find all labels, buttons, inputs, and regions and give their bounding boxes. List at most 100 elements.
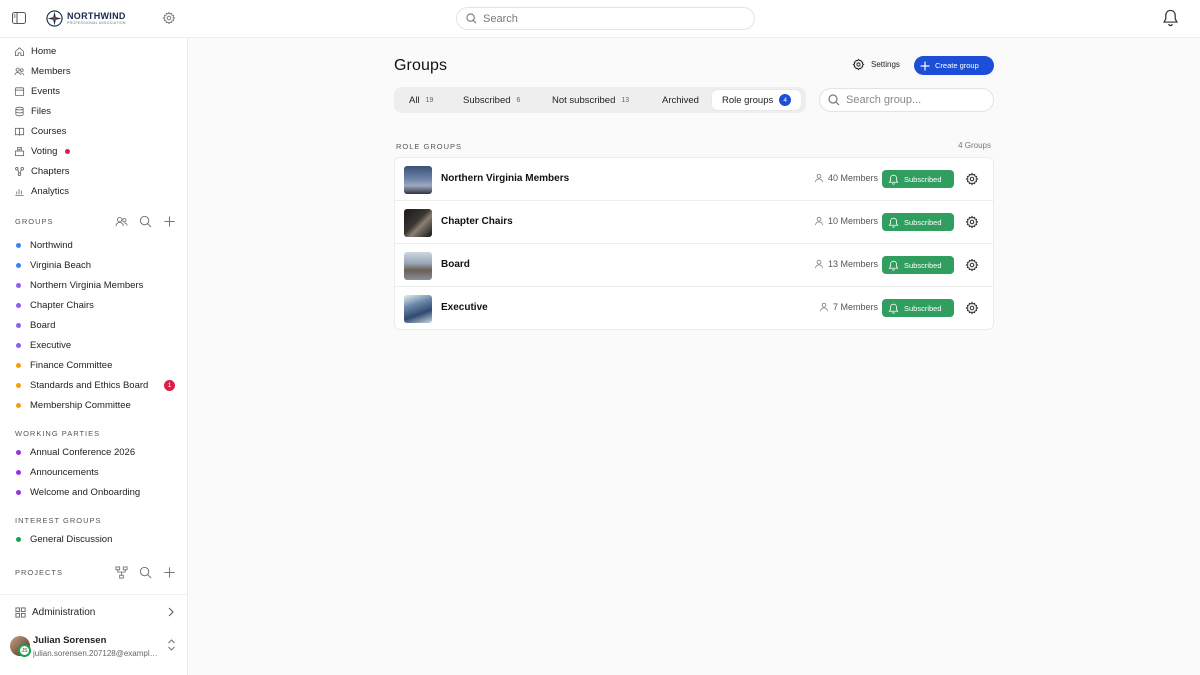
group-color-dot [16, 302, 21, 308]
nav-item-label: Courses [31, 125, 67, 137]
group-name[interactable]: Executive [441, 302, 488, 313]
sidebar-group-board[interactable]: Board [16, 317, 181, 333]
database-icon [15, 106, 24, 116]
search-icon[interactable] [139, 215, 152, 228]
bell-icon [888, 260, 899, 271]
gear-icon[interactable] [965, 215, 979, 229]
sidebar-group-welcome-and-onboarding[interactable]: Welcome and Onboarding [16, 484, 181, 500]
group-members-icon[interactable] [115, 215, 128, 228]
home-icon [14, 46, 25, 56]
group-row[interactable]: Northern Virginia Members 40 Members Subsc… [395, 158, 993, 201]
avatar-status-badge: JS [18, 644, 31, 657]
subscribed-toggle[interactable]: Subscribed [882, 256, 954, 274]
group-label: Annual Conference 2026 [30, 446, 136, 458]
member-count-label: 10 Members [827, 216, 878, 226]
group-thumbnail [404, 209, 432, 237]
group-name[interactable]: Northern Virginia Members [441, 173, 569, 184]
tab-all[interactable]: All 19 [399, 90, 443, 110]
group-count: 4 Groups [958, 141, 991, 150]
sidebar-group-general-discussion[interactable]: General Discussion [16, 531, 181, 547]
sidebar-group-chapter-chairs[interactable]: Chapter Chairs [16, 297, 181, 313]
tab-not-subscribed[interactable]: Not subscribed 13 [542, 90, 639, 110]
nav-item-events[interactable]: Events [14, 82, 60, 100]
sidebar-group-standards-and-ethics-board[interactable]: Standards and Ethics Board 1 [16, 377, 181, 393]
group-row[interactable]: Chapter Chairs 10 Members Subscribed [395, 201, 993, 244]
nav-item-courses[interactable]: Courses [14, 122, 66, 140]
bell-icon[interactable] [1162, 9, 1179, 27]
subscribed-label: Subscribed [904, 217, 942, 227]
settings-button[interactable]: Settings [852, 58, 900, 71]
groups-section-label: GROUPS [15, 217, 54, 226]
group-thumbnail [404, 252, 432, 280]
nav-item-analytics[interactable]: Analytics [14, 182, 69, 200]
gear-icon[interactable] [965, 172, 979, 186]
sidebar-group-northern-virginia-members[interactable]: Northern Virginia Members [16, 277, 181, 293]
subscribed-toggle[interactable]: Subscribed [882, 213, 954, 231]
group-name[interactable]: Board [441, 259, 470, 270]
group-search[interactable] [819, 88, 994, 112]
group-name[interactable]: Chapter Chairs [441, 216, 513, 227]
group-row[interactable]: Executive 7 Members Subscribed [395, 287, 993, 329]
nav-item-label: Chapters [31, 165, 70, 177]
nav-item-home[interactable]: Home [14, 42, 56, 60]
tab-role-groups[interactable]: Role groups 4 [712, 90, 802, 110]
nav-item-voting[interactable]: Voting [14, 142, 71, 160]
tab-label: Not subscribed [552, 94, 616, 106]
search-icon[interactable] [139, 566, 152, 579]
sidebar-group-annual-conference-2026[interactable]: Annual Conference 2026 [16, 444, 181, 460]
sidebar-group-announcements[interactable]: Announcements [16, 464, 181, 480]
global-search[interactable] [456, 7, 755, 30]
sidebar-group-northwind[interactable]: Northwind [16, 237, 181, 253]
user-email: julian.sorensen.207128@example.com [33, 649, 161, 658]
plus-icon [920, 61, 930, 70]
group-color-dot [16, 382, 21, 388]
search-input[interactable] [483, 12, 723, 25]
administration-link[interactable]: Administration [0, 594, 187, 630]
gear-icon[interactable] [965, 301, 979, 315]
plus-icon[interactable] [163, 566, 176, 579]
groups-tools [115, 215, 176, 228]
subscribed-label: Subscribed [904, 174, 942, 184]
member-count: 10 Members [814, 216, 878, 226]
sidebar-toggle-icon[interactable] [12, 12, 26, 24]
members-icon [14, 67, 25, 75]
tab-count: 4 [779, 94, 792, 106]
person-icon [815, 173, 823, 183]
hierarchy-icon[interactable] [115, 566, 128, 579]
gear-icon[interactable] [965, 258, 979, 272]
tab-archived[interactable]: Archived [652, 90, 709, 110]
tab-subscribed[interactable]: Subscribed 6 [453, 90, 530, 110]
nav-item-files[interactable]: Files [14, 102, 51, 120]
group-thumbnail [404, 295, 432, 323]
nav-item-chapters[interactable]: Chapters [14, 162, 70, 180]
group-label: Announcements [30, 466, 99, 478]
plus-icon[interactable] [163, 215, 176, 228]
user-menu[interactable]: JS Julian Sorensen julian.sorensen.20712… [0, 630, 187, 675]
subscribed-toggle[interactable]: Subscribed [882, 299, 954, 317]
create-group-button[interactable]: Create group [914, 56, 994, 75]
brand-logo[interactable]: NORTHWIND PROFESSIONAL ASSOCIATION [46, 10, 126, 27]
group-color-dot [16, 262, 21, 268]
sidebar-group-membership-committee[interactable]: Membership Committee [16, 397, 181, 413]
tab-label: Subscribed [463, 94, 511, 106]
group-label: General Discussion [30, 533, 113, 545]
top-bar: NORTHWIND PROFESSIONAL ASSOCIATION [0, 0, 1200, 38]
sidebar-group-finance-committee[interactable]: Finance Committee [16, 357, 181, 373]
group-color-dot [16, 242, 21, 248]
person-icon [820, 302, 828, 312]
ballot-icon [14, 146, 25, 156]
nav-item-members[interactable]: Members [14, 62, 71, 80]
subscribed-toggle[interactable]: Subscribed [882, 170, 954, 188]
member-count-label: 40 Members [827, 173, 878, 183]
group-search-input[interactable] [846, 94, 986, 106]
sidebar-group-virginia-beach[interactable]: Virginia Beach [16, 257, 181, 273]
member-count-label: 13 Members [827, 259, 878, 269]
chapters-icon [15, 166, 24, 176]
create-group-label: Create group [935, 61, 979, 70]
nav-item-label: Voting [31, 145, 58, 157]
sidebar-group-executive[interactable]: Executive [16, 337, 181, 353]
group-label: Virginia Beach [30, 259, 92, 271]
gear-icon[interactable] [162, 11, 176, 25]
group-label: Board [30, 319, 56, 331]
group-row[interactable]: Board 13 Members Subscribed [395, 244, 993, 287]
